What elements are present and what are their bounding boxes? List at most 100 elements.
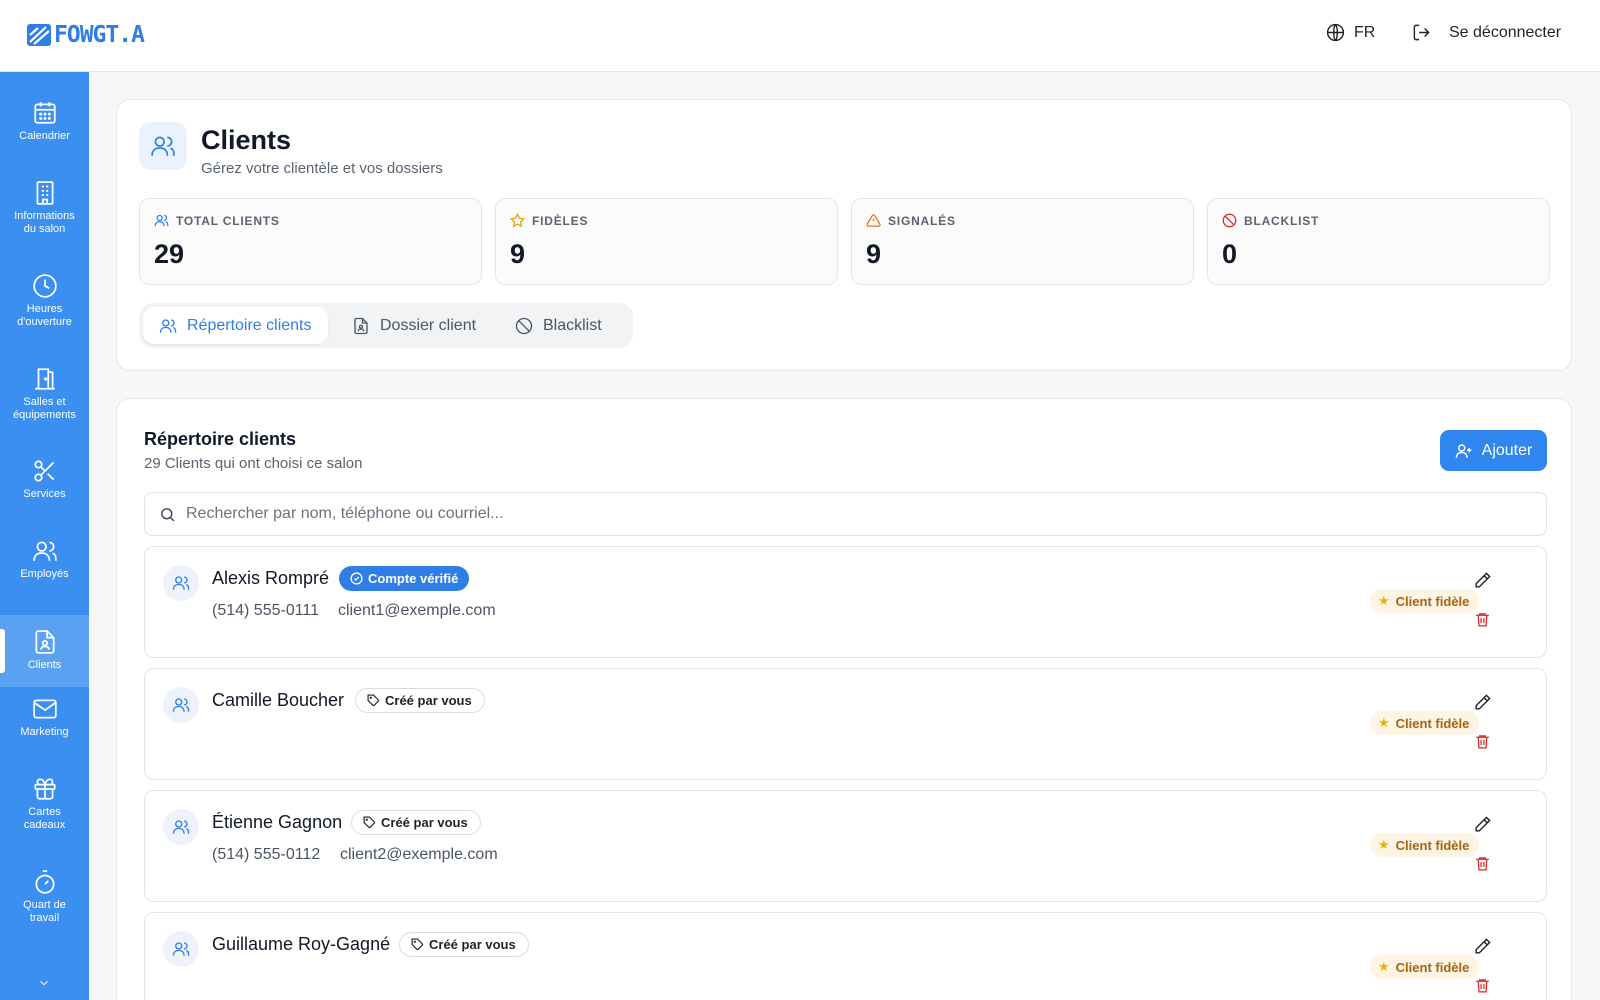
loyal-label: Client fidèle: [1395, 837, 1470, 853]
directory-title: Répertoire clients: [144, 429, 297, 449]
users-icon: [172, 698, 190, 712]
sidebar-item-clients[interactable]: Clients: [0, 615, 89, 687]
language-selector[interactable]: FR: [1326, 23, 1375, 42]
logo-text: FOWGT.A: [54, 22, 145, 48]
logout-button[interactable]: Se déconnecter: [1412, 23, 1561, 42]
sidebar-item-quart[interactable]: Quart de travail: [0, 869, 89, 925]
stat-value: 0: [1222, 239, 1238, 269]
edit-icon[interactable]: [1473, 693, 1492, 712]
sidebar-item-label: Clients: [27, 659, 62, 671]
sidebar-item-services[interactable]: Services: [0, 458, 89, 501]
ban-icon: [515, 317, 533, 334]
building-icon: [36, 181, 53, 205]
page-icon: [139, 122, 187, 170]
search-box: [144, 492, 1547, 536]
client-name: Camille Boucher: [212, 690, 345, 710]
clock-icon: [32, 274, 57, 298]
sidebar-item-label: Quart de travail: [23, 899, 66, 924]
edit-icon[interactable]: [1473, 815, 1492, 834]
trash-icon[interactable]: [1474, 611, 1491, 628]
badge-label: Créé par vous: [385, 693, 472, 708]
users-icon: [172, 942, 190, 956]
add-client-label: Ajouter: [1481, 441, 1533, 459]
users-icon: [32, 541, 57, 561]
stat-total-clients: TOTAL CLIENTS 29: [139, 198, 482, 285]
warning-icon: [866, 214, 881, 227]
badge-label: Compte vérifié: [368, 571, 459, 586]
stat-label: FIDÈLES: [532, 213, 589, 228]
users-icon: [172, 820, 190, 834]
mail-icon: [32, 699, 57, 719]
created-by-you-badge: Créé par vous: [355, 688, 485, 713]
page-subtitle: Gérez votre clientèle et vos dossiers: [201, 160, 443, 177]
trash-icon[interactable]: [1474, 733, 1491, 750]
loyal-label: Client fidèle: [1395, 959, 1470, 975]
client-name: Alexis Rompré: [212, 568, 330, 588]
globe-icon: [1326, 23, 1345, 42]
tab-label: Dossier client: [380, 316, 477, 334]
avatar: [163, 931, 199, 967]
users-icon: [151, 136, 175, 156]
loyal-badge: ★ Client fidèle: [1370, 833, 1480, 857]
trash-icon[interactable]: [1474, 977, 1491, 994]
client-row[interactable]: Étienne Gagnon Créé par vous (514) 555-0…: [144, 790, 1547, 902]
check-circle-icon: [350, 572, 363, 585]
client-row[interactable]: Guillaume Roy-Gagné Créé par vous ★ Clie…: [144, 912, 1547, 1000]
directory-card: Répertoire clients 29 Clients qui ont ch…: [116, 398, 1572, 1000]
tag-icon: [363, 816, 376, 829]
logout-icon: [1413, 24, 1430, 41]
top-bar: FOWGT.A FR Se déconnecter: [0, 0, 1600, 72]
avatar: [163, 809, 199, 845]
sidebar-item-label: Calendrier: [19, 130, 70, 142]
badge-label: Créé par vous: [429, 937, 516, 952]
logo[interactable]: FOWGT.A: [26, 20, 145, 50]
client-row[interactable]: Alexis Rompré Compte vérifié (514) 555-0…: [144, 546, 1547, 658]
scissors-icon: [33, 460, 54, 482]
trash-icon[interactable]: [1474, 855, 1491, 872]
star-icon: ★: [1378, 593, 1390, 608]
sidebar-item-label: Informations du salon: [14, 210, 75, 235]
directory-subtitle: 29 Clients qui ont choisi ce salon: [144, 455, 363, 472]
tag-icon: [367, 694, 380, 707]
users-icon: [172, 576, 190, 590]
sidebar-item-salles[interactable]: Salles et équipements: [0, 366, 89, 422]
search-icon: [161, 507, 175, 521]
tab-bar: Répertoire clients Dossier client Blackl…: [139, 303, 633, 348]
loyal-label: Client fidèle: [1395, 593, 1470, 609]
timer-icon: [34, 870, 55, 894]
avatar: [163, 565, 199, 601]
language-label: FR: [1354, 23, 1376, 41]
users-icon: [154, 214, 169, 227]
stat-fideles: FIDÈLES 9: [495, 198, 838, 285]
verified-badge: Compte vérifié: [339, 566, 470, 591]
sidebar-item-label: Salles et équipements: [13, 396, 76, 421]
tab-blacklist[interactable]: Blacklist: [499, 307, 618, 344]
stat-value: 9: [866, 239, 882, 269]
sidebar-item-informations[interactable]: Informations du salon: [0, 180, 89, 236]
client-name: Étienne Gagnon: [212, 812, 343, 832]
star-icon: [510, 213, 525, 228]
edit-icon[interactable]: [1473, 937, 1492, 956]
sidebar-item-label: Heures d'ouverture: [17, 303, 72, 328]
contact-file-icon: [34, 630, 55, 654]
client-phone: (514) 555-0112: [212, 846, 321, 863]
tag-icon: [411, 938, 424, 951]
search-input[interactable]: [186, 505, 1486, 523]
sidebar-item-heures[interactable]: Heures d'ouverture: [0, 273, 89, 329]
star-icon: ★: [1378, 715, 1390, 730]
add-client-button[interactable]: Ajouter: [1440, 430, 1547, 471]
sidebar-item-marketing[interactable]: Marketing: [0, 696, 89, 739]
tab-repertoire-clients[interactable]: Répertoire clients: [143, 307, 328, 344]
stat-label: BLACKLIST: [1244, 213, 1320, 228]
sidebar-item-cartes[interactable]: Cartes cadeaux: [0, 776, 89, 832]
sidebar-item-calendrier[interactable]: Calendrier: [0, 100, 89, 143]
edit-icon[interactable]: [1473, 571, 1492, 590]
client-row[interactable]: Camille Boucher Créé par vous ★ Client f…: [144, 668, 1547, 780]
door-icon: [34, 368, 55, 390]
sidebar-item-employes[interactable]: Employés: [0, 538, 89, 581]
page-title: Clients: [201, 125, 292, 155]
tab-label: Répertoire clients: [187, 316, 312, 334]
chevron-down-icon[interactable]: [37, 976, 51, 990]
sidebar-item-label: Services: [23, 488, 66, 500]
tab-dossier-client[interactable]: Dossier client: [336, 307, 492, 344]
